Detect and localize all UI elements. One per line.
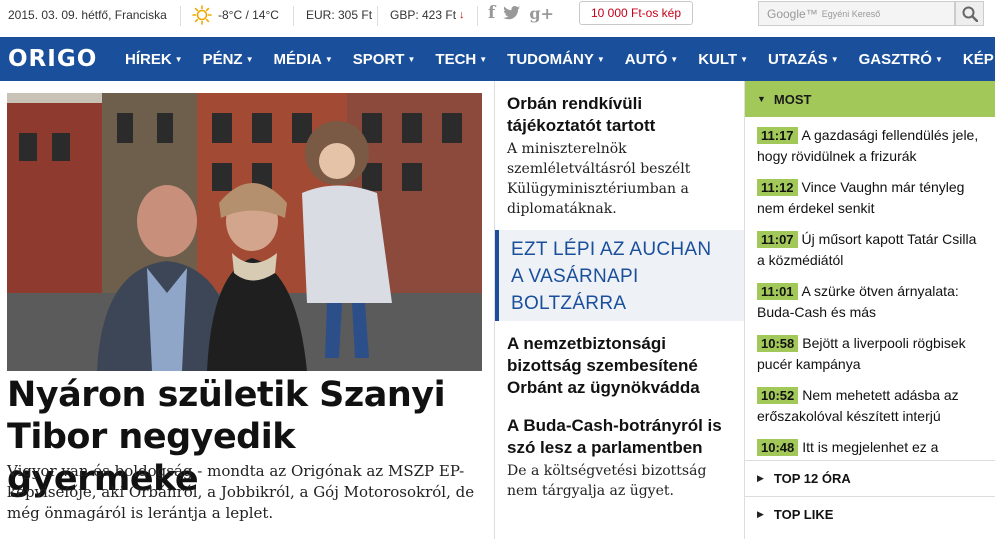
caret-down-icon: ▼ (934, 55, 943, 65)
caret-down-icon: ▼ (670, 55, 679, 65)
gbp-rate-value: GBP: 423 Ft (390, 8, 457, 22)
list-item[interactable]: 10:58 Bejött a liverpooli rögbisek pucér … (745, 325, 995, 377)
caret-down-icon: ▼ (596, 55, 605, 65)
caret-down-icon: ▼ (407, 55, 416, 65)
site-logo[interactable]: ORIGO (8, 46, 97, 72)
hero-photo-illustration (7, 93, 482, 371)
divider (477, 6, 478, 26)
most-label: MOST (773, 91, 812, 107)
nav-item-utazas[interactable]: UTAZÁS ▼ (768, 51, 839, 68)
nav-item-hirek[interactable]: HÍREK ▼ (125, 51, 183, 68)
caret-down-icon: ▼ (740, 55, 748, 65)
weather-widget[interactable]: -8°C / 14°C (192, 0, 279, 30)
down-arrow-icon: ↓ (459, 9, 465, 21)
feature-line: A VASÁRNAPI (511, 266, 639, 287)
google-plus-icon[interactable]: g+ (529, 4, 554, 23)
nav-item-gasztro[interactable]: GASZTRÓ ▼ (859, 51, 943, 68)
feature-auchan[interactable]: EZT LÉPI AZ AUCHAN A VASÁRNAPI BOLTZÁRRA (495, 230, 744, 321)
gbp-rate[interactable]: GBP: 423 Ft ↓ (390, 0, 465, 30)
tab-top-12-ora[interactable]: ▶ TOP 12 ÓRA (745, 460, 995, 496)
story-title: A Buda-Cash-botrányról is szó lesz a par… (507, 416, 722, 457)
search-placeholder: Egyéni Kereső (821, 8, 881, 19)
caret-down-icon: ▼ (479, 55, 488, 65)
search-icon (962, 6, 978, 22)
search-brand: Google™ (767, 6, 818, 21)
feature-line: EZT LÉPI AZ AUCHAN (511, 239, 712, 260)
divider (377, 6, 378, 26)
facebook-icon[interactable]: f (488, 3, 495, 23)
story-title: Orbán rendkívüli tájékoztatót tartott (507, 94, 656, 135)
divider (180, 6, 181, 26)
sun-icon (192, 5, 212, 25)
twitter-icon[interactable] (503, 5, 521, 21)
list-item[interactable]: 11:12 Vince Vaughn már tényleg nem érdeke… (745, 169, 995, 221)
story-lead: A miniszterelnök szemléletváltásról besz… (507, 141, 691, 217)
caret-down-icon: ▼ (830, 55, 839, 65)
news-text: Itt is megjelenhet ez a (802, 439, 939, 455)
news-time: 10:58 (757, 335, 799, 352)
story-nemzetbiztonsagi[interactable]: A nemzetbiztonsági bizottság szembesíten… (507, 333, 739, 399)
list-item[interactable]: 11:07 Új műsort kapott Tatár Csilla a köz… (745, 221, 995, 273)
nav-menu: HÍREK ▼ PÉNZ ▼ MÉDIA ▼ SPORT ▼ TECH ▼ TUDOMÁN… (115, 37, 995, 81)
list-item[interactable]: 10:52 Nem mehetett adásba az erőszakolóva… (745, 377, 995, 429)
news-list: 11:17 A gazdasági fellendülés jele, hogy … (745, 117, 995, 456)
news-time: 11:07 (757, 231, 798, 248)
social-links: f g+ (488, 3, 554, 23)
story-buda-cash[interactable]: A Buda-Cash-botrányról is szó lesz a par… (507, 415, 739, 501)
utility-bar: 2015. 03. 09. hétfő, Franciska -8°C / 14… (0, 0, 995, 37)
nav-item-sport[interactable]: SPORT ▼ (353, 51, 416, 68)
news-time: 10:52 (757, 387, 799, 404)
nav-item-penz[interactable]: PÉNZ ▼ (203, 51, 254, 68)
tab-top-like[interactable]: ▶ TOP LIKE (745, 496, 995, 532)
triangle-down-icon: ▼ (757, 94, 766, 104)
list-item[interactable]: 11:01 A szürke ötven árnyalata: Buda-Cash… (745, 273, 995, 325)
accordion-label: TOP 12 ÓRA (773, 471, 851, 486)
caret-down-icon: ▼ (324, 55, 333, 65)
search-input[interactable]: Google™ Egyéni Kereső (758, 1, 955, 26)
list-item[interactable]: 10:48 Itt is megjelenhet ez a (745, 429, 995, 456)
hero-lead: Vigyor van és boldogság - mondta az Orig… (7, 462, 475, 522)
nav-item-media[interactable]: MÉDIA ▼ (274, 51, 333, 68)
hero-photo[interactable] (7, 93, 482, 371)
current-date: 2015. 03. 09. hétfő, Franciska (8, 8, 167, 22)
story-lead: De a költségvetési bizottság nem tárgyal… (507, 463, 707, 499)
divider (293, 6, 294, 26)
story-orban[interactable]: Orbán rendkívüli tájékoztatót tartott A … (507, 93, 739, 219)
list-item[interactable]: 11:17 A gazdasági fellendülés jele, hogy … (745, 117, 995, 169)
news-time: 11:17 (757, 127, 798, 144)
triangle-right-icon: ▶ (757, 509, 764, 519)
news-time: 11:01 (757, 283, 798, 300)
caret-down-icon: ▼ (174, 55, 183, 65)
news-time: 10:48 (757, 439, 799, 456)
news-ticker-panel: ▼ MOST 11:17 A gazdasági fellendülés jele… (745, 81, 995, 539)
most-tab-header[interactable]: ▼ MOST (745, 81, 995, 117)
nav-item-tech[interactable]: TECH ▼ (435, 51, 487, 68)
accordion-label: TOP LIKE (773, 507, 834, 522)
triangle-right-icon: ▶ (757, 473, 764, 483)
main-navigation: ORIGO HÍREK ▼ PÉNZ ▼ MÉDIA ▼ SPORT ▼ TECH ▼ T… (0, 37, 995, 81)
story-title: A nemzetbiztonsági bizottság szembesíten… (507, 334, 700, 397)
nav-item-auto[interactable]: AUTÓ ▼ (625, 51, 678, 68)
weather-temp: -8°C / 14°C (218, 8, 279, 22)
search-button[interactable] (955, 1, 984, 26)
promo-button[interactable]: 10 000 Ft-os kép (579, 1, 693, 25)
news-time: 11:12 (757, 179, 798, 196)
nav-item-kult[interactable]: KULT ▼ (698, 51, 748, 68)
eur-rate[interactable]: EUR: 305 Ft (306, 0, 372, 30)
feature-line: BOLTZÁRRA (511, 293, 627, 314)
nav-item-kep[interactable]: KÉP▼ (963, 51, 995, 68)
nav-item-tudomany[interactable]: TUDOMÁNY ▼ (507, 51, 605, 68)
caret-down-icon: ▼ (245, 55, 254, 65)
